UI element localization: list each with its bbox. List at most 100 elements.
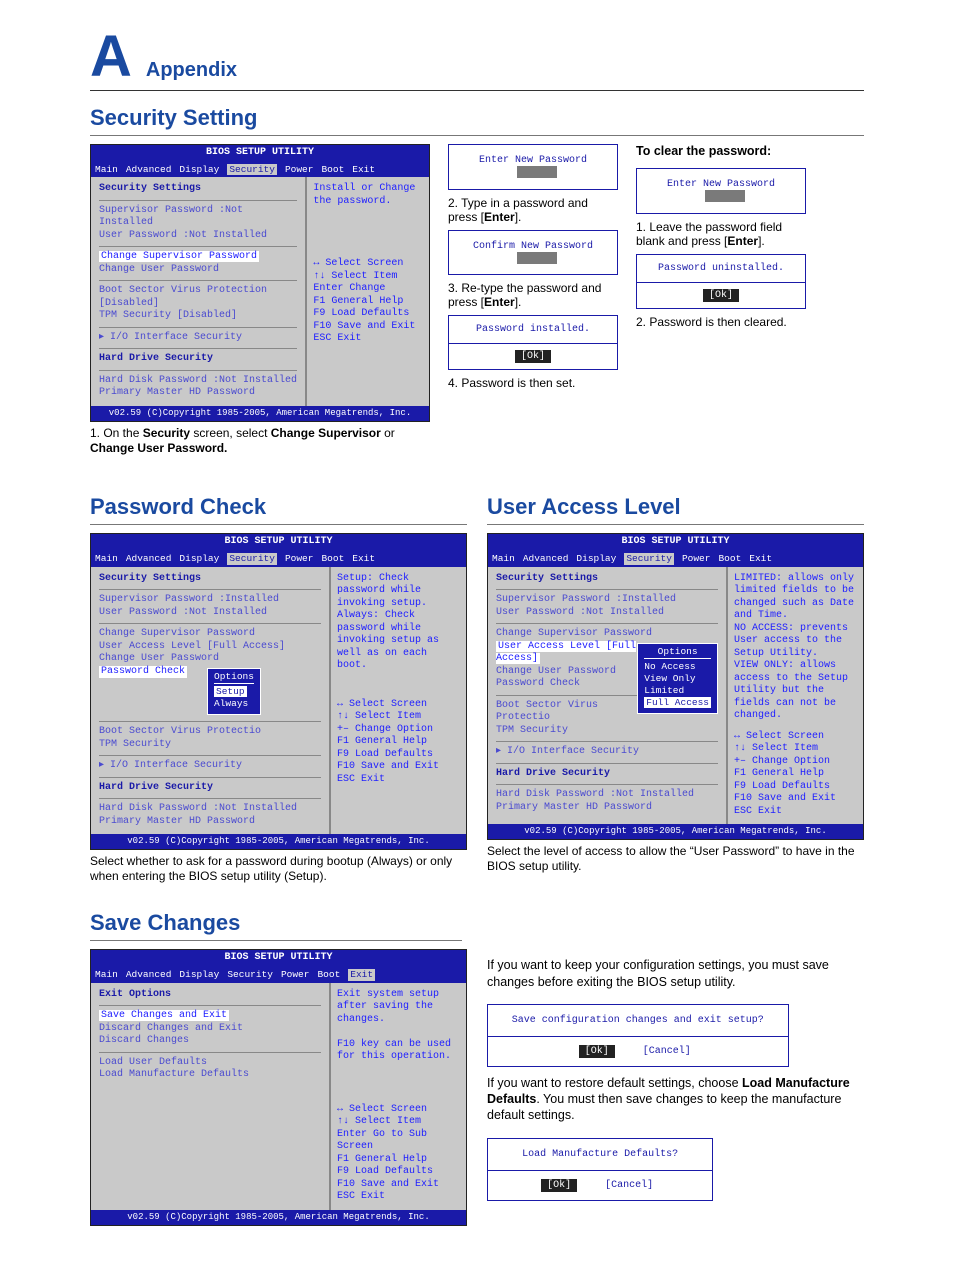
- key-hint: F9 Load Defaults: [313, 308, 423, 321]
- bios-password-check-screenshot: BIOS SETUP UTILITY Main Advanced Display…: [90, 533, 467, 850]
- list-item: Boot Sector Virus Protectio: [99, 726, 321, 739]
- pane-subtitle: Hard Drive Security: [99, 353, 297, 366]
- key-hint: F10 Save and Exit: [337, 761, 460, 774]
- pane-title: Security Settings: [99, 183, 297, 196]
- appendix-header: A Appendix: [90, 28, 864, 91]
- password-field: [517, 252, 557, 264]
- dialog-label: Password uninstalled.: [637, 255, 805, 283]
- help-text: Setup: Check password while invoking set…: [337, 573, 460, 673]
- popup-option: View Only: [644, 673, 711, 685]
- pane-title: Security Settings: [99, 573, 321, 586]
- list-item: User Password :Not Installed: [99, 607, 321, 620]
- ok-button[interactable]: [Ok]: [515, 350, 551, 363]
- ok-button[interactable]: [Ok]: [703, 289, 739, 302]
- ok-button[interactable]: [Ok]: [541, 1179, 577, 1192]
- key-hint: ↑↓ Select Item: [313, 271, 423, 284]
- page: A Appendix Security Setting BIOS SETUP U…: [0, 0, 954, 1284]
- bios-exit-screenshot: BIOS SETUP UTILITY Main Advanced Display…: [90, 949, 467, 1226]
- list-item: Boot Sector Virus Protection [Disabled]: [99, 285, 297, 310]
- popup-title: Options: [644, 646, 711, 660]
- help-text: Exit system setup after saving the chang…: [337, 989, 460, 1064]
- menu-item: Main: [95, 553, 118, 565]
- section-title-pwcheck: Password Check: [90, 494, 467, 525]
- menu-item: Exit: [352, 164, 375, 176]
- list-item: Primary Master HD Password: [496, 802, 718, 815]
- list-item: Primary Master HD Password: [99, 387, 297, 400]
- bios3-caption: Select the level of access to allow the …: [487, 844, 864, 874]
- list-item: Discard Changes and Exit: [99, 1023, 321, 1036]
- list-item: Supervisor Password :Installed: [99, 594, 321, 607]
- bios-footer: v02.59 (C)Copyright 1985-2005, American …: [91, 834, 466, 849]
- list-item: Password Check: [496, 678, 637, 691]
- password-field: [705, 190, 745, 202]
- pane-title: Security Settings: [496, 573, 718, 586]
- clear-step-1: 1. Leave the password field blank and pr…: [636, 220, 806, 248]
- menu-item: Display: [576, 553, 616, 565]
- key-hint: ESC Exit: [313, 333, 423, 346]
- ok-button[interactable]: [Ok]: [579, 1045, 615, 1058]
- list-item: Supervisor Password :Installed: [496, 594, 718, 607]
- key-hint: ESC Exit: [337, 1191, 460, 1204]
- bios-title: BIOS SETUP UTILITY: [488, 534, 863, 551]
- dialog-label: Enter New Password: [667, 179, 775, 190]
- bios-footer: v02.59 (C)Copyright 1985-2005, American …: [488, 824, 863, 839]
- menu-item: Main: [492, 553, 515, 565]
- menu-item: Boot: [321, 553, 344, 565]
- help-text: Install or Change the password.: [313, 183, 423, 208]
- section-title-security: Security Setting: [90, 105, 864, 136]
- list-item: Boot Sector Virus Protectio: [496, 700, 637, 725]
- key-hint: Enter Go to Sub Screen: [337, 1129, 460, 1154]
- menu-item: Advanced: [126, 969, 172, 981]
- dialog-question: Save configuration changes and exit setu…: [488, 1005, 788, 1037]
- list-item: User Password :Not Installed: [99, 230, 297, 243]
- selected-item: User Access Level [Full Access]: [496, 641, 636, 665]
- list-item: Change Supervisor Password: [99, 628, 321, 641]
- password-installed-dialog: Password installed. [Ok]: [448, 315, 618, 370]
- bios-title: BIOS SETUP UTILITY: [91, 145, 429, 162]
- menu-item: Exit: [749, 553, 772, 565]
- key-hint: F9 Load Defaults: [734, 781, 857, 794]
- menu-item-active: Security: [227, 553, 277, 565]
- bios-menubar: Main Advanced Display Security Power Boo…: [91, 162, 429, 178]
- appendix-letter: A: [90, 28, 132, 86]
- cancel-button[interactable]: [Cancel]: [599, 1179, 659, 1192]
- menu-item: Boot: [321, 164, 344, 176]
- list-item: Supervisor Password :Not Installed: [99, 205, 297, 230]
- menu-item: Boot: [718, 553, 741, 565]
- pane-title: Exit Options: [99, 989, 321, 1002]
- menu-item: Power: [682, 553, 711, 565]
- list-item: TPM Security [Disabled]: [99, 310, 297, 323]
- menu-item-active: Security: [227, 164, 277, 176]
- popup-selected: Setup: [214, 686, 247, 697]
- list-item: Change User Password: [496, 666, 637, 679]
- bios-security-screenshot: BIOS SETUP UTILITY Main Advanced Display…: [90, 144, 430, 422]
- list-item: Load Manufacture Defaults: [99, 1069, 321, 1082]
- password-uninstalled-dialog: Password uninstalled. [Ok]: [636, 254, 806, 309]
- appendix-label: Appendix: [146, 59, 237, 82]
- key-hint: ↑↓ Select Item: [337, 1116, 460, 1129]
- list-item: TPM Security: [99, 739, 321, 752]
- bios-title: BIOS SETUP UTILITY: [91, 534, 466, 551]
- menu-item: Power: [281, 969, 310, 981]
- selected-item: Password Check: [99, 666, 187, 679]
- list-item: Load User Defaults: [99, 1057, 321, 1070]
- bios1-caption: 1. On the Security screen, select Change…: [90, 426, 430, 456]
- selected-item: Save Changes and Exit: [99, 1010, 229, 1021]
- bios-title: BIOS SETUP UTILITY: [91, 950, 466, 967]
- key-hint: ↔ Select Screen: [337, 1104, 460, 1117]
- menu-item: Advanced: [126, 164, 172, 176]
- dialog-label: Enter New Password: [479, 155, 587, 166]
- cancel-button[interactable]: [Cancel]: [637, 1045, 697, 1058]
- key-hint: ↑↓ Select Item: [337, 711, 460, 724]
- section-title-ual: User Access Level: [487, 494, 864, 525]
- bios-footer: v02.59 (C)Copyright 1985-2005, American …: [91, 406, 429, 421]
- menu-item: Advanced: [523, 553, 569, 565]
- key-hint: Enter Change: [313, 283, 423, 296]
- menu-item: Power: [285, 553, 314, 565]
- bios-menubar: Main Advanced Display Security Power Boo…: [91, 551, 466, 567]
- bios-menubar: Main Advanced Display Security Power Boo…: [91, 967, 466, 983]
- key-hint: F10 Save and Exit: [734, 793, 857, 806]
- options-popup: Options No Access View Only Limited Full…: [637, 643, 718, 714]
- step-2: 2. Type in a password and press [Enter].: [448, 196, 618, 224]
- save-paragraph-2: If you want to restore default settings,…: [487, 1075, 864, 1124]
